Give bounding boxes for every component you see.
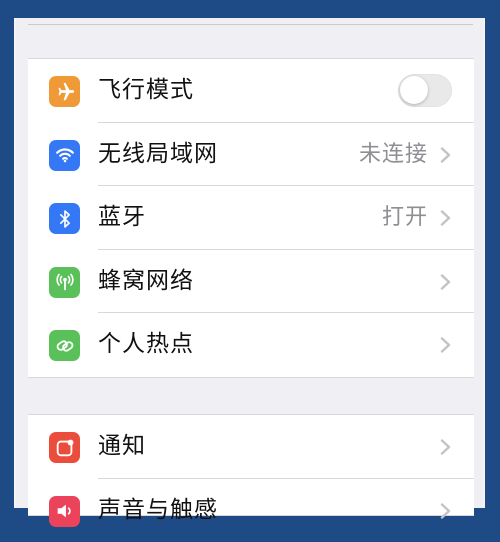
sounds-icon [49, 496, 80, 527]
sounds-label: 声音与触感 [98, 479, 218, 542]
hotspot-icon [49, 330, 80, 361]
bluetooth-icon [49, 203, 80, 234]
chevron-right-icon [440, 337, 452, 353]
notifications-label: 通知 [98, 415, 146, 478]
hotspot-row[interactable]: 个人热点 [28, 313, 474, 377]
airplane-mode-label: 飞行模式 [98, 59, 194, 122]
cellular-label: 蜂窝网络 [98, 250, 194, 313]
wifi-label: 无线局域网 [98, 123, 218, 186]
wifi-row[interactable]: 无线局域网 未连接 [28, 123, 474, 187]
notifications-row[interactable]: 通知 [28, 415, 474, 479]
cellular-icon [49, 267, 80, 298]
chevron-right-icon [440, 274, 452, 290]
chevron-right-icon [440, 503, 452, 519]
wifi-status: 未连接 [359, 123, 428, 186]
notifications-group: 通知 声音与触感 [28, 414, 474, 516]
airplane-mode-toggle[interactable] [398, 74, 452, 107]
toggle-knob [400, 76, 428, 104]
airplane-icon [49, 76, 80, 107]
cellular-row[interactable]: 蜂窝网络 [28, 250, 474, 314]
hotspot-label: 个人热点 [98, 313, 194, 376]
chevron-right-icon [440, 147, 452, 163]
bluetooth-status: 打开 [382, 186, 428, 249]
airplane-mode-row[interactable]: 飞行模式 [28, 59, 474, 123]
wifi-icon [49, 140, 80, 171]
status-bar-divider [28, 24, 473, 25]
sounds-row[interactable]: 声音与触感 [28, 479, 474, 542]
bluetooth-row[interactable]: 蓝牙 打开 [28, 186, 474, 250]
chevron-right-icon [440, 439, 452, 455]
chevron-right-icon [440, 210, 452, 226]
bluetooth-label: 蓝牙 [98, 186, 146, 249]
notifications-icon [49, 432, 80, 463]
settings-header [28, 26, 474, 59]
connectivity-group: 飞行模式 无线局域网 未连接 蓝牙 打开 蜂窝网络 个人热点 [28, 58, 474, 378]
